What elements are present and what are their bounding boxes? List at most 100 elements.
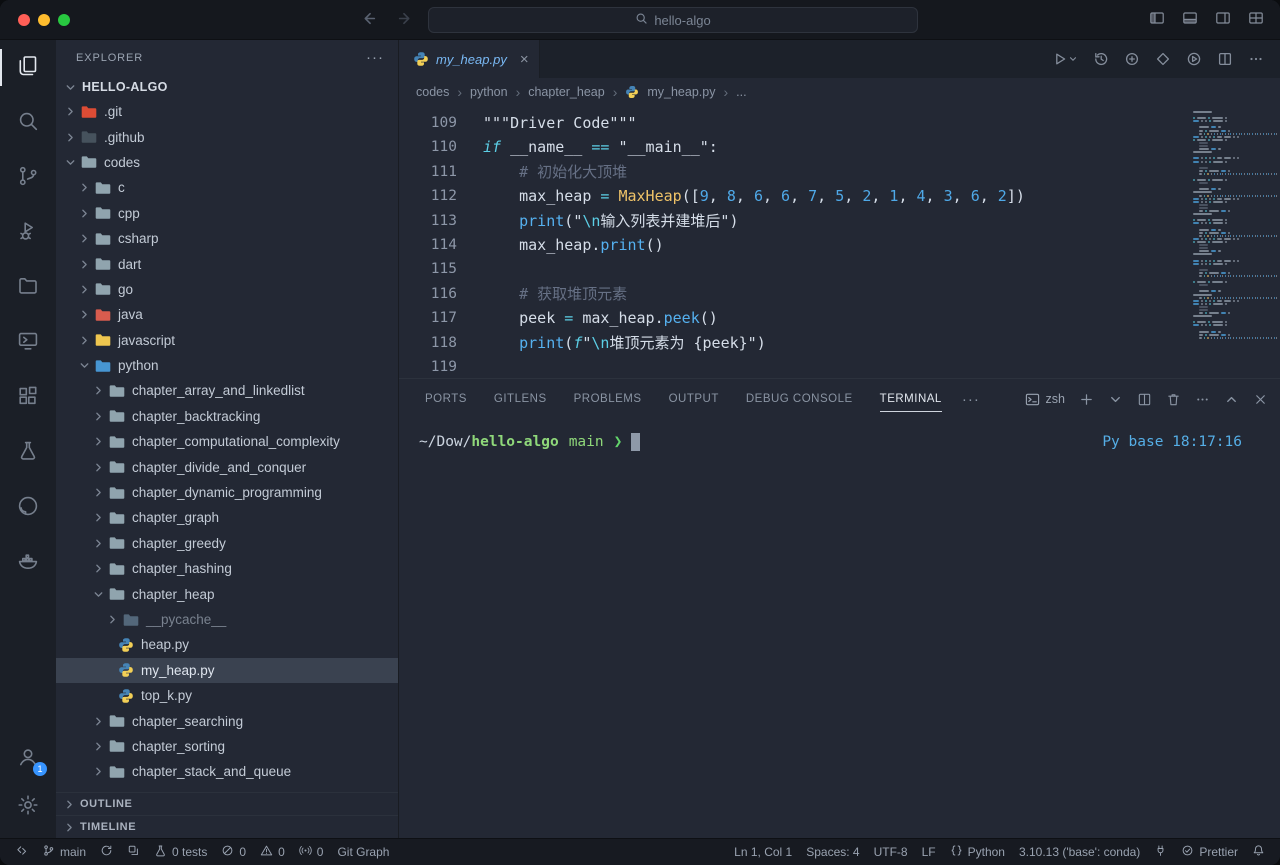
code-line[interactable]: 119 — [399, 355, 1280, 379]
statusbar-3-10-13-base-conda[interactable]: 3.10.13 ('base': conda) — [1012, 839, 1147, 865]
more-actions-icon[interactable] — [1248, 51, 1264, 67]
compare-icon[interactable] — [1155, 51, 1171, 67]
terminal-shell-selector[interactable]: zsh — [1025, 392, 1065, 407]
tree-item-chapter_array_and_linkedlist[interactable]: chapter_array_and_linkedlist — [56, 378, 398, 403]
breadcrumb-item[interactable]: python — [470, 85, 508, 99]
project-root-row[interactable]: HELLO-ALGO — [56, 75, 398, 99]
statusbar-remote[interactable] — [8, 839, 35, 865]
accounts-button[interactable]: 1 — [0, 734, 56, 782]
code-line[interactable]: 115 — [399, 257, 1280, 281]
statusbar-prettier[interactable]: Prettier — [1174, 839, 1245, 865]
tree-item-chapter_greedy[interactable]: chapter_greedy — [56, 531, 398, 556]
minimize-window-button[interactable] — [38, 14, 50, 26]
activity-item-docker[interactable] — [0, 535, 56, 590]
panel-tab-ports[interactable]: PORTS — [425, 387, 467, 412]
minimap[interactable] — [1193, 111, 1277, 340]
activity-item-source-control[interactable] — [0, 150, 56, 205]
code-line[interactable]: 118 print(f"\n堆顶元素为 {peek}") — [399, 331, 1280, 355]
panel-tab-problems[interactable]: PROBLEMS — [574, 387, 642, 412]
close-panel-icon[interactable] — [1253, 392, 1268, 407]
statusbar-spaces-4[interactable]: Spaces: 4 — [799, 839, 866, 865]
activity-item-extensions[interactable] — [0, 370, 56, 425]
activity-item-search[interactable] — [0, 95, 56, 150]
panel-tab-output[interactable]: OUTPUT — [669, 387, 719, 412]
tree-item-top_k.py[interactable]: top_k.py — [56, 683, 398, 708]
run-cell-icon[interactable] — [1186, 51, 1202, 67]
breadcrumb-item[interactable]: codes — [416, 85, 449, 99]
statusbar-0[interactable]: 0 — [214, 839, 253, 865]
back-arrow-icon[interactable] — [360, 10, 377, 30]
panel-overflow-icon[interactable]: ··· — [962, 391, 980, 408]
code-line[interactable]: 113 print("\n输入列表并建堆后") — [399, 209, 1280, 233]
statusbar-0[interactable]: 0 — [253, 839, 292, 865]
tree-item-chapter_dynamic_programming[interactable]: chapter_dynamic_programming — [56, 480, 398, 505]
tree-item-cpp[interactable]: cpp — [56, 201, 398, 226]
code-line[interactable]: 111 # 初始化大顶堆 — [399, 160, 1280, 184]
code-editor-viewport[interactable]: 109"""Driver Code"""110if __name__ == "_… — [399, 106, 1280, 378]
statusbar-ln-1-col-1[interactable]: Ln 1, Col 1 — [727, 839, 799, 865]
code-line[interactable]: 114 max_heap.print() — [399, 233, 1280, 257]
activity-item-remote-explorer[interactable] — [0, 315, 56, 370]
tree-item-my_heap.py[interactable]: my_heap.py — [56, 658, 398, 683]
activity-item-explorer[interactable] — [0, 40, 56, 95]
toggle-secondary-sidebar-icon[interactable] — [1215, 10, 1231, 29]
code-line[interactable]: 112 max_heap = MaxHeap([9, 8, 6, 6, 7, 5… — [399, 184, 1280, 208]
activity-item-run-and-debug[interactable] — [0, 205, 56, 260]
terminal[interactable]: ~/Dow/hello-algo main ❯ Py base 18:17:16 — [399, 419, 1280, 838]
toggle-primary-sidebar-icon[interactable] — [1149, 10, 1165, 29]
activity-item-testing[interactable] — [0, 425, 56, 480]
breadcrumb-item[interactable]: my_heap.py — [647, 85, 715, 99]
tree-item-chapter_graph[interactable]: chapter_graph — [56, 505, 398, 530]
split-editor-icon[interactable] — [1217, 51, 1233, 67]
run-python-file-button[interactable] — [1051, 51, 1078, 67]
tree-item-chapter_hashing[interactable]: chapter_hashing — [56, 556, 398, 581]
tree-item-chapter_searching[interactable]: chapter_searching — [56, 708, 398, 733]
tree-item-c[interactable]: c — [56, 175, 398, 200]
tree-item-heap.py[interactable]: heap.py — [56, 632, 398, 657]
tree-item-chapter_computational_complexity[interactable]: chapter_computational_complexity — [56, 429, 398, 454]
statusbar-layers[interactable] — [120, 839, 147, 865]
breadcrumb-item[interactable]: chapter_heap — [528, 85, 604, 99]
tree-item-__pycache__[interactable]: __pycache__ — [56, 607, 398, 632]
panel-tab-debug-console[interactable]: DEBUG CONSOLE — [746, 387, 853, 412]
tree-item-javascript[interactable]: javascript — [56, 328, 398, 353]
view-history-icon[interactable] — [1093, 51, 1109, 67]
toggle-panel-icon[interactable] — [1182, 10, 1198, 29]
tab-my_heap-py[interactable]: my_heap.py × — [399, 40, 540, 78]
statusbar-plug[interactable] — [1147, 839, 1174, 865]
code-line[interactable]: 110if __name__ == "__main__": — [399, 135, 1280, 159]
new-terminal-icon[interactable] — [1079, 392, 1094, 407]
statusbar-python[interactable]: Python — [943, 839, 1012, 865]
tree-item-.git[interactable]: .git — [56, 99, 398, 124]
statusbar-bell[interactable] — [1245, 839, 1272, 865]
timeline-section[interactable]: TIMELINE — [56, 815, 398, 838]
panel-tab-terminal[interactable]: TERMINAL — [880, 387, 942, 412]
statusbar-main[interactable]: main — [35, 839, 93, 865]
code-line[interactable]: 117 peek = max_heap.peek() — [399, 306, 1280, 330]
open-changes-icon[interactable] — [1124, 51, 1140, 67]
close-tab-icon[interactable]: × — [520, 51, 529, 68]
statusbar-git-graph[interactable]: Git Graph — [330, 839, 396, 865]
terminal-dropdown-icon[interactable] — [1108, 392, 1123, 407]
settings-button[interactable] — [0, 782, 56, 830]
activity-item-github[interactable] — [0, 480, 56, 535]
statusbar-0[interactable]: 0 — [292, 839, 331, 865]
forward-arrow-icon[interactable] — [397, 10, 414, 30]
command-center-search[interactable]: hello-algo — [428, 7, 918, 33]
kill-terminal-icon[interactable] — [1166, 392, 1181, 407]
split-terminal-icon[interactable] — [1137, 392, 1152, 407]
maximize-panel-icon[interactable] — [1224, 392, 1239, 407]
statusbar-sync[interactable] — [93, 839, 120, 865]
panel-more-actions-icon[interactable] — [1195, 392, 1210, 407]
statusbar-lf[interactable]: LF — [915, 839, 943, 865]
panel-tab-gitlens[interactable]: GITLENS — [494, 387, 547, 412]
tree-item-dart[interactable]: dart — [56, 251, 398, 276]
statusbar-0-tests[interactable]: 0 tests — [147, 839, 214, 865]
outline-section[interactable]: OUTLINE — [56, 792, 398, 815]
statusbar-utf-8[interactable]: UTF-8 — [867, 839, 915, 865]
zoom-window-button[interactable] — [58, 14, 70, 26]
tree-item-chapter_backtracking[interactable]: chapter_backtracking — [56, 404, 398, 429]
tree-item-chapter_stack_and_queue[interactable]: chapter_stack_and_queue — [56, 759, 398, 784]
tree-item-chapter_heap[interactable]: chapter_heap — [56, 581, 398, 606]
close-window-button[interactable] — [18, 14, 30, 26]
